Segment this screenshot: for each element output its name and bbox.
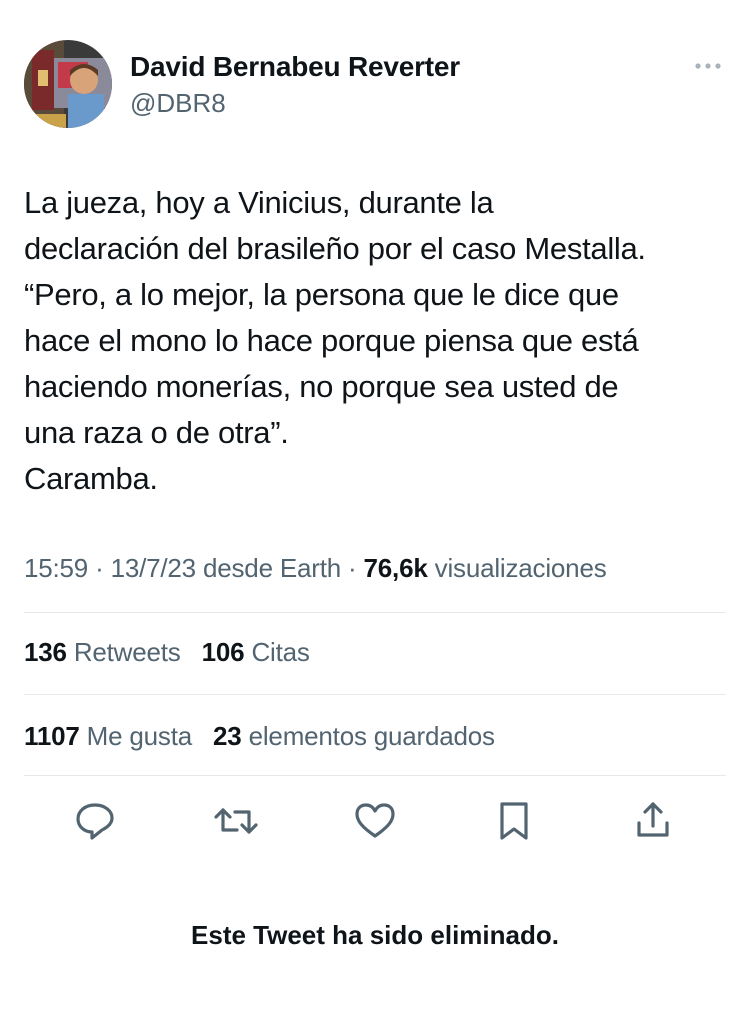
stats-row-retweets: 136 Retweets 106 Citas [24,637,324,668]
bookmarks-stat[interactable]: 23 elementos guardados [213,721,495,752]
retweet-button[interactable] [211,796,261,846]
deleted-notice: Este Tweet ha sido eliminado. [191,920,559,950]
more-options-button[interactable] [688,50,728,80]
likes-label: Me gusta [86,721,193,751]
views-count: 76,6k [363,553,428,583]
views-label: visualizaciones [434,553,607,583]
retweet-icon [214,808,258,834]
source-prefix: desde [202,553,273,583]
tweet-text: La jueza, hoy a Vinicius, durante la dec… [24,185,646,496]
divider [24,612,726,613]
meta-separator: · [348,553,364,583]
bookmark-button[interactable] [489,796,539,846]
reply-icon [76,803,114,840]
retweets-label: Retweets [73,637,181,667]
tweet-source: Earth [279,553,342,583]
retweets-stat[interactable]: 136 Retweets [24,637,181,668]
author-handle[interactable]: @DBR8 [130,88,226,119]
stats-row-likes: 1107 Me gusta 23 elementos guardados [24,721,509,752]
likes-stat[interactable]: 1107 Me gusta [24,721,192,752]
tweet-meta: 15:59 · 13/7/23 desde Earth · 76,6k visu… [24,553,734,584]
share-icon [637,802,669,837]
author-name[interactable]: David Bernabeu Reverter [130,51,460,83]
tweet-time[interactable]: 15:59 [24,553,88,583]
divider [24,775,726,776]
bookmark-icon [500,802,528,840]
action-bar [0,796,750,846]
reply-button[interactable] [70,796,120,846]
quotes-label: Citas [251,637,310,667]
heart-icon [355,803,395,838]
more-dots-icon [695,63,721,69]
likes-count: 1107 [24,721,80,751]
like-button[interactable] [350,796,400,846]
quotes-stat[interactable]: 106 Citas [202,637,310,668]
avatar-image [24,40,112,128]
divider [24,694,726,695]
retweets-count: 136 [24,637,67,667]
avatar[interactable] [24,40,112,128]
bookmarks-count: 23 [213,721,242,751]
quotes-count: 106 [201,637,245,667]
meta-separator: · [95,553,111,583]
bookmarks-label: elementos guardados [248,721,495,751]
share-button[interactable] [628,796,678,846]
tweet-date[interactable]: 13/7/23 [111,553,197,583]
